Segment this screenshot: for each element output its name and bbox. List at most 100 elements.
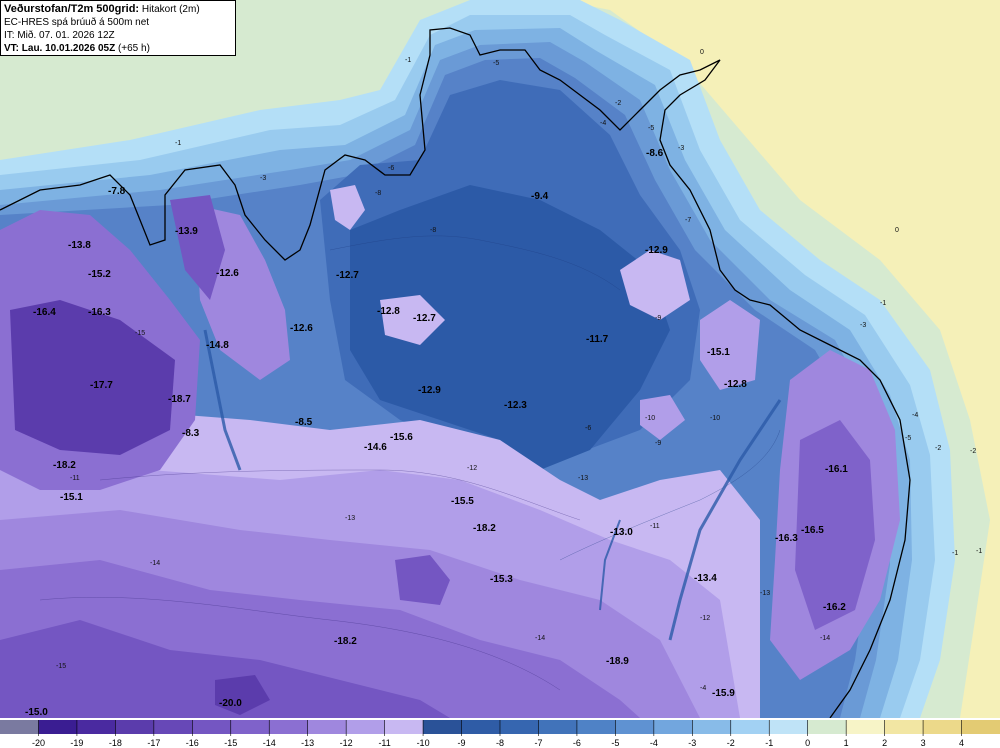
legend-swatch	[961, 720, 1000, 734]
legend-tick-label: -17	[147, 738, 160, 748]
isoline-label: -15	[56, 663, 66, 670]
legend-tick-label: -11	[378, 738, 390, 748]
spot-temperature-label: -18.9	[606, 656, 629, 667]
isoline-label: -3	[860, 322, 866, 329]
legend-swatch	[884, 720, 924, 734]
legend-tick-label: -18	[109, 738, 122, 748]
temperature-map: -7.8 -13.9 -13.8 -15.2 -16.4 -16.3 -12.6 -12.6 -…	[0, 0, 1000, 718]
spot-temperature-label: -18.7	[168, 394, 191, 405]
isoline-label: -7	[685, 217, 691, 224]
isoline-label: -9	[655, 315, 661, 322]
isoline-label: -6	[585, 425, 591, 432]
legend-swatch	[115, 720, 155, 734]
spot-temperature-label: -18.2	[53, 460, 76, 471]
isoline-label: -1	[976, 548, 982, 555]
spot-temperature-label: -16.2	[823, 602, 846, 613]
spot-temperature-label: -14.6	[364, 442, 387, 453]
legend-tick-label: -7	[534, 738, 542, 748]
legend-swatch	[538, 720, 578, 734]
legend-swatch	[76, 720, 116, 734]
isoline-label: -15	[135, 330, 145, 337]
isoline-label: -12	[700, 615, 710, 622]
isoline-label: -10	[645, 415, 655, 422]
spot-temperature-label: -15.1	[707, 347, 730, 358]
isoline-label: -4	[912, 412, 918, 419]
isoline-label: -3	[678, 145, 684, 152]
spot-temperature-label: -16.5	[801, 525, 824, 536]
legend-tick-label: -10	[417, 738, 430, 748]
isoline-label: -2	[935, 445, 941, 452]
legend-swatch	[576, 720, 616, 734]
legend-swatch	[153, 720, 193, 734]
isoline-label: -3	[260, 175, 266, 182]
legend-tick-label: -20	[32, 738, 45, 748]
spot-temperature-label: -20.0	[219, 698, 242, 709]
spot-temperature-label: -15.1	[60, 492, 83, 503]
spot-temperature-label: -12.8	[377, 306, 400, 317]
legend-tick-label: -9	[458, 738, 466, 748]
legend-swatch	[769, 720, 809, 734]
init-time: IT: Mið. 07. 01. 2026 12Z	[4, 30, 115, 41]
legend-tick-label: 1	[844, 738, 849, 748]
isoline-label: -14	[535, 635, 545, 642]
legend-swatch	[38, 720, 78, 734]
isoline-label: -4	[600, 120, 606, 127]
model-line: EC-HRES spá brúuð á 500m net	[4, 17, 150, 28]
spot-temperature-label: -12.7	[336, 270, 359, 281]
spot-temperature-label: -11.7	[586, 334, 609, 345]
legend-tick-label: -19	[70, 738, 83, 748]
valid-time-line: VT: Lau. 10.01.2026 05Z (+65 h)	[4, 42, 232, 55]
legend-tick-label: 4	[959, 738, 964, 748]
legend-swatch	[461, 720, 501, 734]
isoline-label: -14	[150, 560, 160, 567]
spot-temperature-label: -12.3	[504, 400, 527, 411]
isoline-label: -2	[615, 100, 621, 107]
isoline-label: -9	[655, 440, 661, 447]
spot-temperature-label: -12.6	[290, 323, 313, 334]
isoline-label: -13	[760, 590, 770, 597]
isoline-label: -8	[430, 227, 436, 234]
legend-swatch	[500, 720, 539, 734]
spot-temperature-label: -13.0	[610, 527, 633, 538]
spot-temperature-label: -15.3	[490, 574, 513, 585]
legend-tick-label: -3	[688, 738, 696, 748]
legend-swatch	[846, 720, 886, 734]
isoline-label: -11	[70, 475, 80, 482]
isoline-label: -14	[820, 635, 830, 642]
legend-tick-label: -2	[727, 738, 735, 748]
isoline-label: -10	[710, 415, 720, 422]
legend-tick-label: -8	[496, 738, 504, 748]
legend-tick-label: 0	[805, 738, 810, 748]
spot-temperature-label: -14.8	[206, 340, 229, 351]
legend-tick-label: -12	[340, 738, 353, 748]
spot-temperature-label: -16.3	[775, 533, 798, 544]
isoline-label: -5	[905, 435, 911, 442]
spot-temperature-label: -15.2	[88, 269, 111, 280]
legend-swatch	[923, 720, 963, 734]
legend-swatch	[653, 720, 693, 734]
legend-tick-label: -5	[611, 738, 619, 748]
legend-swatch	[730, 720, 770, 734]
spot-temperature-label: -12.9	[645, 245, 668, 256]
spot-temperature-label: -8.5	[295, 417, 313, 428]
spot-temperature-label: -15.6	[390, 432, 413, 443]
isoline-label: -1	[405, 57, 411, 64]
legend-swatch	[307, 720, 347, 734]
isoline-label: -4	[700, 685, 706, 692]
isoline-label: -2	[970, 448, 976, 455]
legend-tick-label: -4	[650, 738, 658, 748]
spot-temperature-label: -12.7	[413, 313, 436, 324]
isoline-label: -6	[388, 165, 394, 172]
legend-swatch	[615, 720, 655, 734]
map-title: Veðurstofan/T2m 500grid:	[4, 3, 140, 15]
legend-swatch	[230, 720, 270, 734]
spot-temperature-label: -8.6	[646, 148, 664, 159]
spot-temperature-label: -15.5	[451, 496, 474, 507]
legend-swatch	[807, 720, 847, 734]
legend-tick-label: -14	[263, 738, 276, 748]
spot-temperature-label: -16.3	[88, 307, 111, 318]
isoline-label: 0	[700, 49, 704, 56]
spot-temperature-label: -17.7	[90, 380, 113, 391]
spot-temperature-label: -15.0	[25, 707, 48, 718]
legend-swatch	[346, 720, 386, 734]
